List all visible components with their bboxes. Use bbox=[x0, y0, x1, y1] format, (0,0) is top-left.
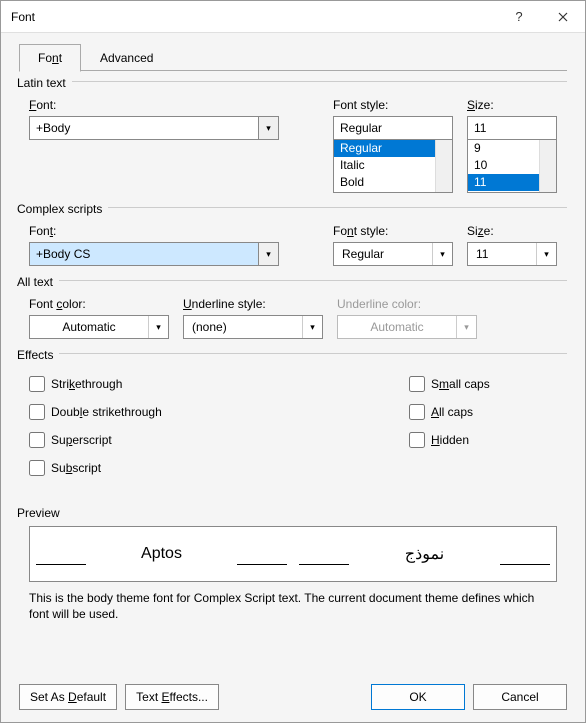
underline-color-dropdown: Automatic ▾ bbox=[337, 315, 477, 339]
group-alltext-title: All text bbox=[17, 275, 59, 289]
group-complex: Complex scripts Font: ▾ Font style: bbox=[19, 207, 567, 270]
group-preview-title: Preview bbox=[17, 506, 66, 520]
scrollbar[interactable] bbox=[539, 140, 556, 192]
latin-style-list[interactable]: Regular Italic Bold bbox=[333, 139, 453, 193]
chevron-down-icon[interactable]: ▾ bbox=[536, 243, 556, 265]
preview-line bbox=[299, 564, 349, 565]
group-alltext: All text Font color: Automatic ▾ Underli… bbox=[19, 280, 567, 343]
latin-font-label: Font: bbox=[29, 98, 319, 112]
close-icon bbox=[558, 12, 568, 22]
preview-line bbox=[500, 564, 550, 565]
complex-style-label: Font style: bbox=[333, 224, 453, 238]
tab-advanced[interactable]: Advanced bbox=[81, 44, 172, 72]
preview-box: Aptos نموذج bbox=[29, 526, 557, 582]
group-effects-title: Effects bbox=[17, 348, 59, 362]
dialog-body: Font Advanced Latin text Font: ▾ bbox=[1, 33, 585, 672]
latin-style-label: Font style: bbox=[333, 98, 453, 112]
chk-subscript[interactable]: Subscript bbox=[29, 458, 409, 478]
preview-complex: نموذج bbox=[293, 527, 556, 581]
preview-latin: Aptos bbox=[30, 527, 293, 581]
latin-font-combo[interactable]: ▾ bbox=[29, 116, 279, 140]
chevron-down-icon: ▾ bbox=[456, 316, 476, 338]
checkbox[interactable] bbox=[29, 404, 45, 420]
tab-font[interactable]: Font bbox=[19, 44, 81, 72]
group-latin-title: Latin text bbox=[17, 76, 72, 90]
latin-size-input-box[interactable] bbox=[467, 116, 557, 140]
complex-font-label: Font: bbox=[29, 224, 319, 238]
tab-bar: Font Advanced bbox=[19, 43, 567, 71]
underline-style-value: (none) bbox=[184, 320, 302, 334]
font-color-value: Automatic bbox=[30, 320, 148, 334]
chevron-down-icon[interactable]: ▾ bbox=[258, 117, 278, 139]
complex-font-combo[interactable]: ▾ bbox=[29, 242, 279, 266]
dialog-footer: Set As Default Text Effects... OK Cancel bbox=[1, 672, 585, 722]
complex-style-dropdown[interactable]: Regular ▾ bbox=[333, 242, 453, 266]
help-button[interactable]: ? bbox=[497, 1, 541, 33]
complex-size-label: Size: bbox=[467, 224, 557, 238]
tab-panel-font: Latin text Font: ▾ Font style: bbox=[19, 70, 567, 626]
complex-size-value: 11 bbox=[468, 247, 536, 261]
latin-style-input-box[interactable] bbox=[333, 116, 453, 140]
underline-color-label: Underline color: bbox=[337, 297, 477, 311]
latin-size-label: Size: bbox=[467, 98, 557, 112]
dialog-title: Font bbox=[11, 10, 497, 24]
complex-style-value: Regular bbox=[334, 247, 432, 261]
checkbox[interactable] bbox=[409, 404, 425, 420]
latin-size-list[interactable]: 9 10 11 bbox=[467, 139, 557, 193]
chk-all-caps[interactable]: All caps bbox=[409, 402, 490, 422]
checkbox[interactable] bbox=[29, 432, 45, 448]
underline-color-value: Automatic bbox=[338, 320, 456, 334]
complex-size-dropdown[interactable]: 11 ▾ bbox=[467, 242, 557, 266]
chk-hidden[interactable]: Hidden bbox=[409, 430, 490, 450]
font-color-dropdown[interactable]: Automatic ▾ bbox=[29, 315, 169, 339]
checkbox[interactable] bbox=[409, 376, 425, 392]
scrollbar[interactable] bbox=[435, 140, 452, 192]
cancel-button[interactable]: Cancel bbox=[473, 684, 567, 710]
chevron-down-icon[interactable]: ▾ bbox=[302, 316, 322, 338]
underline-style-label: Underline style: bbox=[183, 297, 323, 311]
checkbox[interactable] bbox=[29, 376, 45, 392]
preview-description: This is the body theme font for Complex … bbox=[29, 590, 557, 622]
preview-complex-text: نموذج bbox=[405, 544, 444, 564]
latin-size-input[interactable] bbox=[468, 117, 586, 139]
titlebar: Font ? bbox=[1, 1, 585, 33]
checkbox[interactable] bbox=[409, 432, 425, 448]
set-default-button[interactable]: Set As Default bbox=[19, 684, 117, 710]
chk-strikethrough[interactable]: Strikethrough bbox=[29, 374, 409, 394]
preview-line bbox=[36, 564, 86, 565]
chk-superscript[interactable]: Superscript bbox=[29, 430, 409, 450]
font-color-label: Font color: bbox=[29, 297, 169, 311]
latin-font-input[interactable] bbox=[30, 117, 258, 139]
preview-latin-text: Aptos bbox=[141, 545, 182, 563]
group-effects: Effects Strikethrough Double strikethrou… bbox=[19, 353, 567, 486]
underline-style-dropdown[interactable]: (none) ▾ bbox=[183, 315, 323, 339]
chk-small-caps[interactable]: Small caps bbox=[409, 374, 490, 394]
complex-font-input[interactable] bbox=[30, 243, 258, 265]
text-effects-button[interactable]: Text Effects... bbox=[125, 684, 219, 710]
font-dialog: Font ? Font Advanced Latin text Font: bbox=[0, 0, 586, 723]
close-button[interactable] bbox=[541, 1, 585, 33]
group-latin: Latin text Font: ▾ Font style: bbox=[19, 81, 567, 197]
chevron-down-icon[interactable]: ▾ bbox=[148, 316, 168, 338]
checkbox[interactable] bbox=[29, 460, 45, 476]
group-preview: Preview Aptos نموذج bbox=[19, 496, 567, 626]
preview-line bbox=[237, 564, 287, 565]
chevron-down-icon[interactable]: ▾ bbox=[432, 243, 452, 265]
group-complex-title: Complex scripts bbox=[17, 202, 108, 216]
chevron-down-icon[interactable]: ▾ bbox=[258, 243, 278, 265]
chk-double-strike[interactable]: Double strikethrough bbox=[29, 402, 409, 422]
ok-button[interactable]: OK bbox=[371, 684, 465, 710]
